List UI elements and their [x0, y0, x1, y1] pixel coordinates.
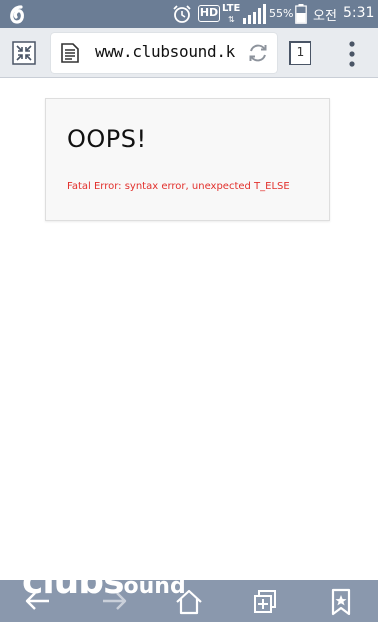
battery-icon: [295, 4, 307, 24]
data-activity-icon: ⇅: [228, 15, 235, 24]
overflow-menu-icon[interactable]: [344, 40, 360, 68]
status-bar: HD LTE ⇅ 55% 오전 5:31: [0, 0, 378, 28]
windows-icon[interactable]: [251, 588, 279, 616]
lte-label: LTE: [222, 3, 241, 14]
page-icon: [61, 43, 79, 63]
error-box: OOPS! Fatal Error: syntax error, unexpec…: [45, 98, 330, 221]
bookmark-icon[interactable]: [327, 588, 355, 616]
carrier-logo-icon: [10, 5, 24, 24]
reload-icon[interactable]: [247, 42, 269, 64]
battery-percent: 55%: [269, 7, 294, 20]
fullscreen-exit-icon[interactable]: [12, 41, 36, 65]
address-bar: www.clubsound.k· 1: [0, 28, 378, 78]
forward-arrow-icon[interactable]: [100, 588, 128, 616]
error-message: Fatal Error: syntax error, unexpected T_…: [67, 181, 290, 192]
hd-voice-icon: HD: [198, 5, 220, 22]
tab-count: 1: [296, 45, 305, 59]
url-text[interactable]: www.clubsound.k·: [95, 42, 235, 61]
alarm-icon: [173, 5, 191, 23]
clock-time: 5:31: [343, 5, 375, 21]
signal-icon: [243, 4, 266, 24]
back-arrow-icon[interactable]: [24, 588, 52, 616]
url-field[interactable]: www.clubsound.k·: [51, 33, 277, 73]
home-icon[interactable]: [175, 588, 203, 616]
clock-ampm: 오전: [313, 9, 337, 24]
error-title: OOPS!: [67, 125, 147, 153]
tabs-icon[interactable]: 1: [289, 41, 311, 65]
